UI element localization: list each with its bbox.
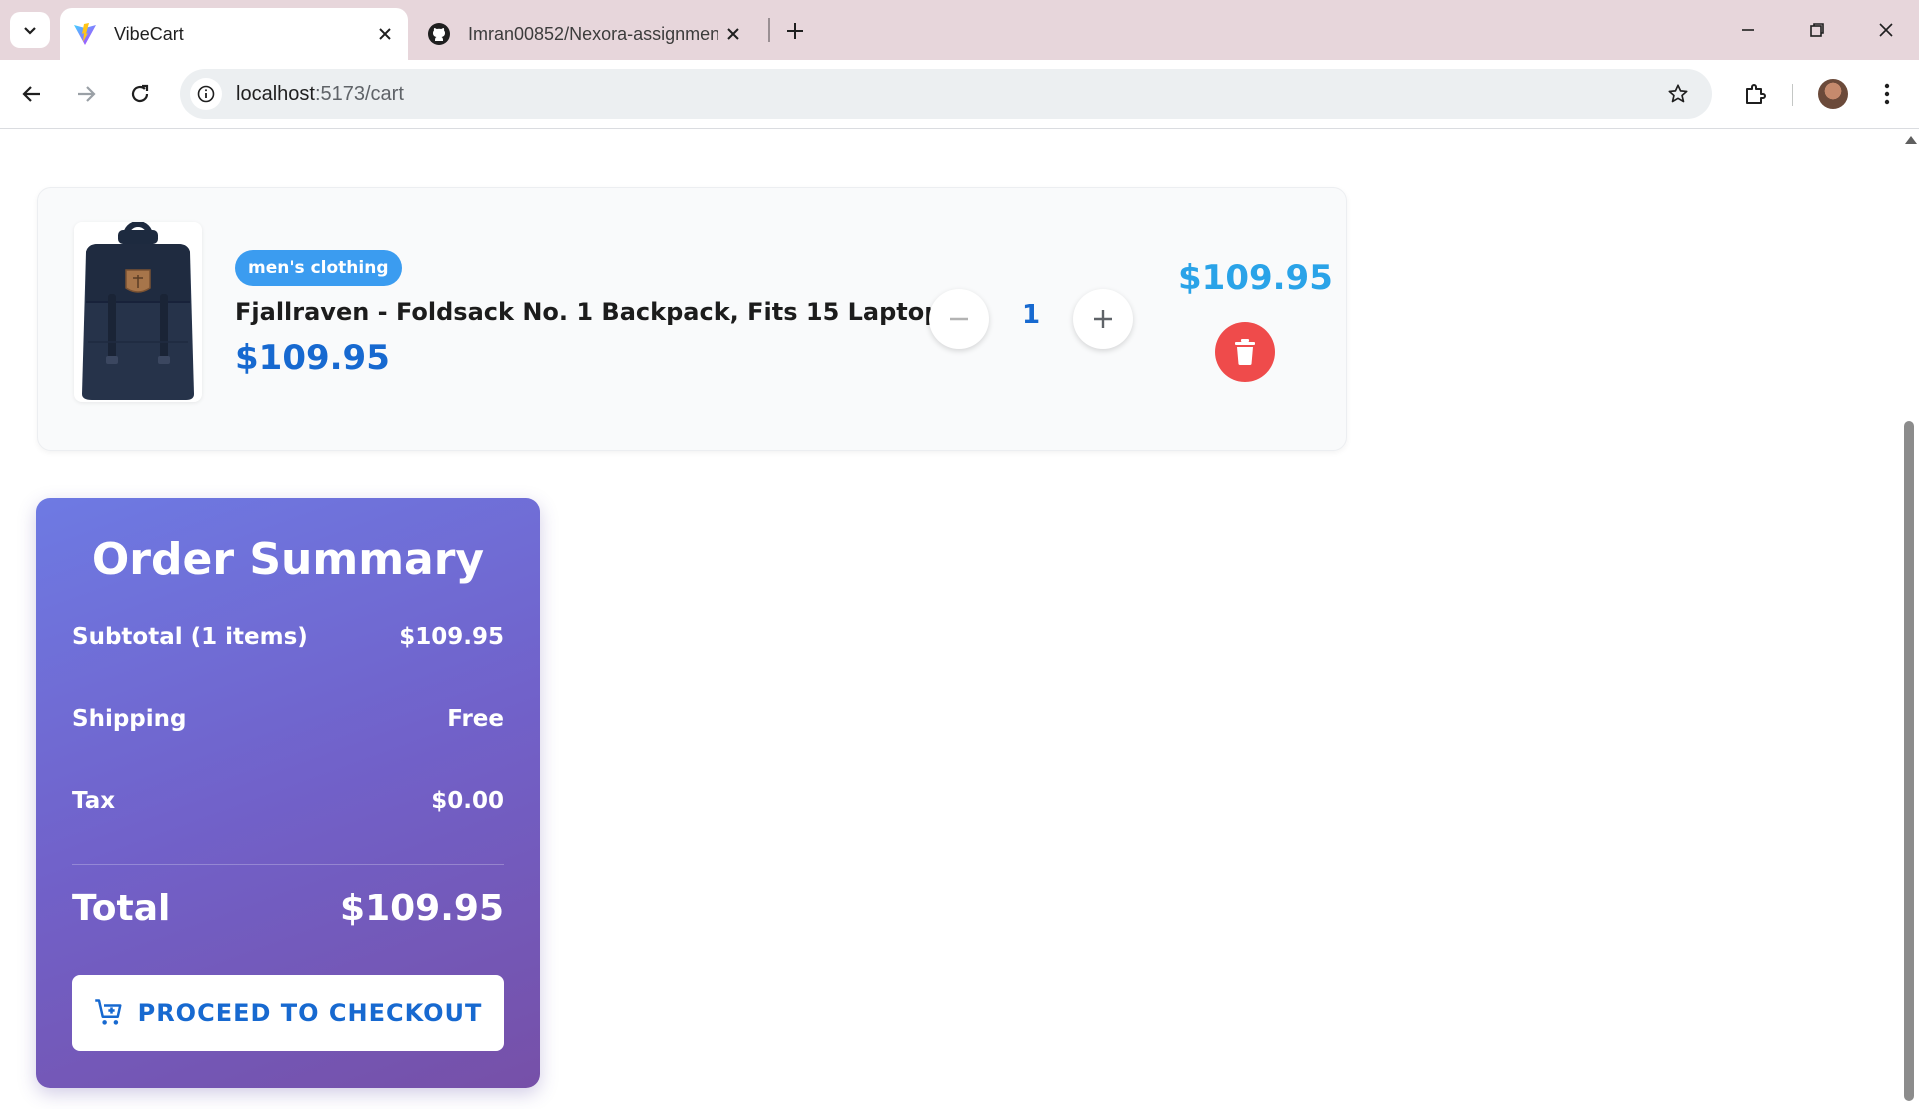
browser-toolbar: localhost:5173/cart bbox=[0, 60, 1919, 129]
browser-menu-button[interactable] bbox=[1867, 74, 1907, 114]
scroll-up-arrow-icon[interactable] bbox=[1905, 136, 1917, 144]
puzzle-piece-icon bbox=[1746, 84, 1766, 104]
tab-vibecart[interactable]: VibeCart bbox=[60, 8, 408, 60]
close-icon bbox=[1879, 23, 1893, 37]
checkout-label: PROCEED TO CHECKOUT bbox=[137, 999, 483, 1027]
profile-avatar[interactable] bbox=[1818, 79, 1848, 109]
total-row: Total $109.95 bbox=[72, 888, 504, 929]
minus-icon bbox=[950, 317, 968, 321]
window-close-button[interactable] bbox=[1858, 8, 1914, 52]
shipping-label: Shipping bbox=[72, 706, 187, 732]
minimize-icon bbox=[1742, 29, 1754, 31]
quantity-value: 1 bbox=[1021, 300, 1041, 330]
new-tab-button[interactable] bbox=[778, 14, 812, 48]
order-summary-title: Order Summary bbox=[91, 534, 485, 585]
url-path: :5173/cart bbox=[314, 82, 404, 105]
tax-label: Tax bbox=[72, 788, 116, 814]
total-label: Total bbox=[72, 888, 171, 929]
line-total: $109.95 bbox=[1178, 258, 1333, 298]
tab-separator bbox=[768, 18, 770, 42]
proceed-to-checkout-button[interactable]: PROCEED TO CHECKOUT bbox=[72, 975, 504, 1051]
scrollbar-thumb[interactable] bbox=[1904, 421, 1914, 1101]
more-vertical-icon bbox=[1884, 83, 1890, 105]
product-title: Fjallraven - Foldsack No. 1 Backpack, Fi… bbox=[235, 298, 956, 326]
category-badge: men's clothing bbox=[235, 250, 402, 286]
decrease-quantity-button[interactable] bbox=[929, 289, 989, 349]
shipping-value: Free bbox=[447, 706, 504, 732]
bookmark-star-icon[interactable] bbox=[1662, 78, 1694, 110]
trash-icon bbox=[1235, 339, 1255, 365]
back-button[interactable] bbox=[12, 74, 52, 114]
total-value: $109.95 bbox=[340, 888, 504, 929]
plus-icon bbox=[1094, 310, 1112, 328]
close-icon[interactable] bbox=[370, 19, 400, 49]
add-shopping-cart-icon bbox=[94, 998, 124, 1028]
order-summary-panel: Order Summary Subtotal (1 items) $109.95… bbox=[36, 498, 540, 1088]
restore-icon bbox=[1810, 23, 1824, 37]
browser-tabstrip: VibeCart Imran00852/Nexora-assignment bbox=[0, 0, 1919, 60]
remove-item-button[interactable] bbox=[1215, 322, 1275, 382]
page-scrollbar[interactable] bbox=[1900, 129, 1919, 1109]
reload-icon bbox=[131, 84, 149, 103]
toolbar-separator bbox=[1792, 84, 1793, 106]
cart-page: men's clothing Fjallraven - Foldsack No.… bbox=[0, 129, 1900, 1109]
extensions-button[interactable] bbox=[1735, 74, 1775, 114]
tab-title: VibeCart bbox=[114, 23, 184, 44]
restore-button[interactable] bbox=[1789, 8, 1845, 52]
cart-item-card: men's clothing Fjallraven - Foldsack No.… bbox=[37, 187, 1347, 451]
close-icon[interactable] bbox=[718, 19, 748, 49]
product-image[interactable] bbox=[74, 222, 202, 402]
increase-quantity-button[interactable] bbox=[1073, 289, 1133, 349]
shipping-row: Shipping Free bbox=[72, 706, 504, 732]
product-price: $109.95 bbox=[235, 338, 390, 378]
minimize-button[interactable] bbox=[1720, 8, 1776, 52]
subtotal-row: Subtotal (1 items) $109.95 bbox=[72, 624, 504, 650]
tax-value: $0.00 bbox=[431, 788, 504, 814]
github-icon bbox=[426, 21, 452, 47]
arrow-left-icon bbox=[22, 86, 40, 102]
plus-icon bbox=[787, 23, 803, 39]
url-host: localhost bbox=[236, 82, 315, 105]
tab-search-button[interactable] bbox=[10, 12, 50, 48]
forward-button[interactable] bbox=[66, 74, 106, 114]
tax-row: Tax $0.00 bbox=[72, 788, 504, 814]
tab-title: Imran00852/Nexora-assignment bbox=[468, 23, 718, 44]
subtotal-label: Subtotal (1 items) bbox=[72, 624, 308, 650]
backpack-image bbox=[82, 222, 194, 400]
url-text: localhost:5173/cart bbox=[236, 83, 404, 106]
subtotal-value: $109.95 bbox=[399, 624, 504, 650]
tab-github[interactable]: Imran00852/Nexora-assignment bbox=[414, 8, 756, 60]
arrow-right-icon bbox=[78, 86, 96, 102]
summary-divider bbox=[72, 864, 504, 865]
chevron-down-icon bbox=[24, 27, 36, 35]
address-bar[interactable]: localhost:5173/cart bbox=[180, 69, 1712, 119]
site-info-icon[interactable] bbox=[190, 78, 222, 110]
vite-logo-icon bbox=[72, 21, 98, 47]
reload-button[interactable] bbox=[120, 74, 160, 114]
